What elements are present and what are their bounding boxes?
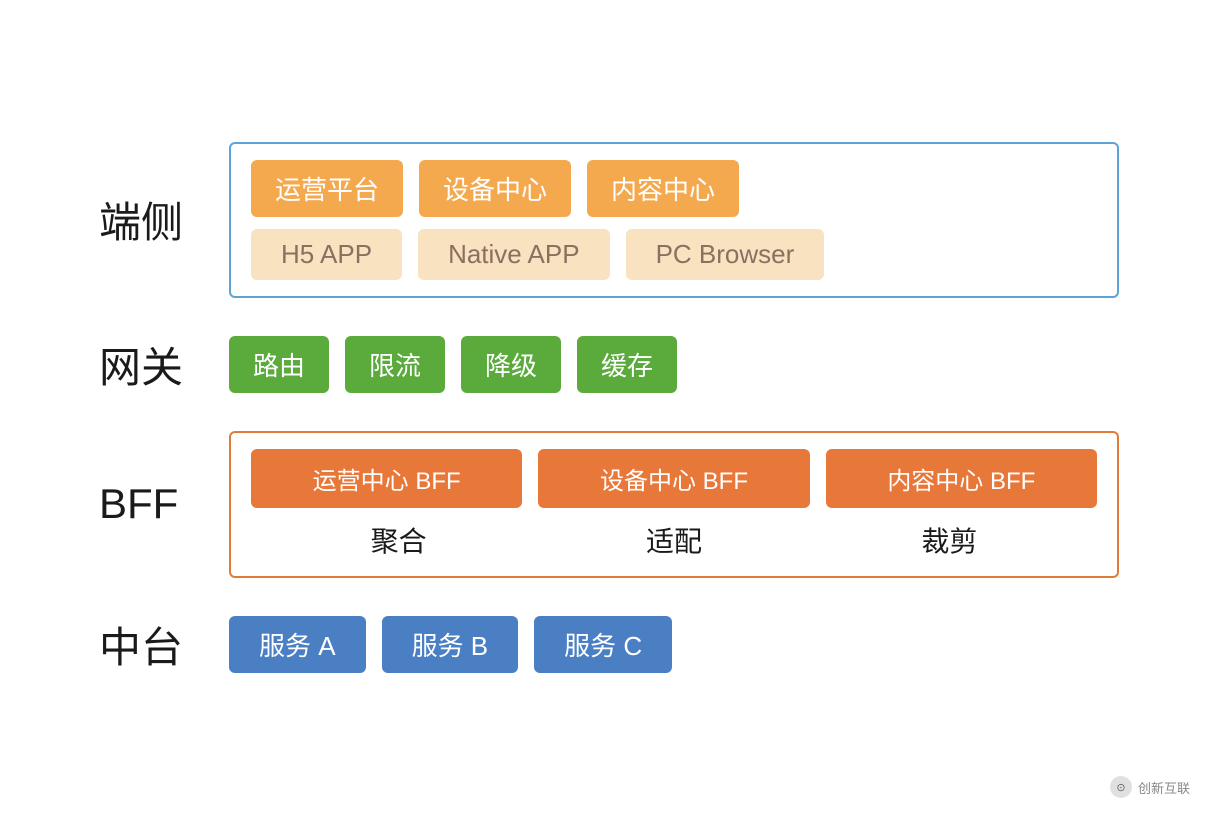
shebeizhongxinbff-chip: 设备中心 BFF (538, 449, 809, 508)
caijian-label: 裁剪 (812, 520, 1087, 560)
watermark-icon: ⊙ (1110, 776, 1132, 798)
wanguan-row: 网关 路由 限流 降级 缓存 (99, 334, 1119, 395)
luyou-chip: 路由 (229, 336, 329, 393)
watermark: ⊙ 创新互联 (1110, 776, 1190, 798)
xianliu-chip: 限流 (345, 336, 445, 393)
wanguan-chips: 路由 限流 降级 缓存 (229, 336, 677, 393)
duance-row1: 运营平台 设备中心 内容中心 (251, 160, 1097, 217)
yunyingpintai-chip: 运营平台 (251, 160, 403, 217)
bff-chips-row: 运营中心 BFF 设备中心 BFF 内容中心 BFF (251, 449, 1097, 508)
shebeizhongxin-chip: 设备中心 (419, 160, 571, 217)
duance-row2: H5 APP Native APP PC Browser (251, 229, 1097, 280)
watermark-text: 创新互联 (1138, 778, 1190, 797)
zhongtai-label: 中台 (99, 614, 199, 675)
zhongtai-row: 中台 服务 A 服务 B 服务 C (99, 614, 1119, 675)
neirongzhongxinbff-chip: 内容中心 BFF (826, 449, 1097, 508)
shipei-label: 适配 (536, 520, 811, 560)
bff-text-labels: 聚合 适配 裁剪 (251, 520, 1097, 560)
duance-row: 端侧 运营平台 设备中心 内容中心 H5 APP Native APP PC B… (99, 142, 1119, 298)
juhe-label: 聚合 (261, 520, 536, 560)
h5app-chip: H5 APP (251, 229, 402, 280)
duance-box: 运营平台 设备中心 内容中心 H5 APP Native APP PC Brow… (229, 142, 1119, 298)
yunyingzhongxinbff-chip: 运营中心 BFF (251, 449, 522, 508)
huancun-chip: 缓存 (577, 336, 677, 393)
nativeapp-chip: Native APP (418, 229, 610, 280)
fuwuB-chip: 服务 B (382, 616, 519, 673)
neirongzhongxin-chip: 内容中心 (587, 160, 739, 217)
fuwuC-chip: 服务 C (534, 616, 672, 673)
bff-box: 运营中心 BFF 设备中心 BFF 内容中心 BFF 聚合 适配 裁剪 (229, 431, 1119, 578)
zhongtai-chips: 服务 A 服务 B 服务 C (229, 616, 672, 673)
duance-label: 端侧 (99, 189, 199, 250)
jiangjie-chip: 降级 (461, 336, 561, 393)
fuwuA-chip: 服务 A (229, 616, 366, 673)
bff-label: BFF (99, 480, 199, 528)
bff-row: BFF 运营中心 BFF 设备中心 BFF 内容中心 BFF 聚合 适配 裁剪 (99, 431, 1119, 578)
wanguan-label: 网关 (99, 334, 199, 395)
pcbrowser-chip: PC Browser (626, 229, 825, 280)
architecture-diagram: 端侧 运营平台 设备中心 内容中心 H5 APP Native APP PC B… (59, 122, 1159, 695)
